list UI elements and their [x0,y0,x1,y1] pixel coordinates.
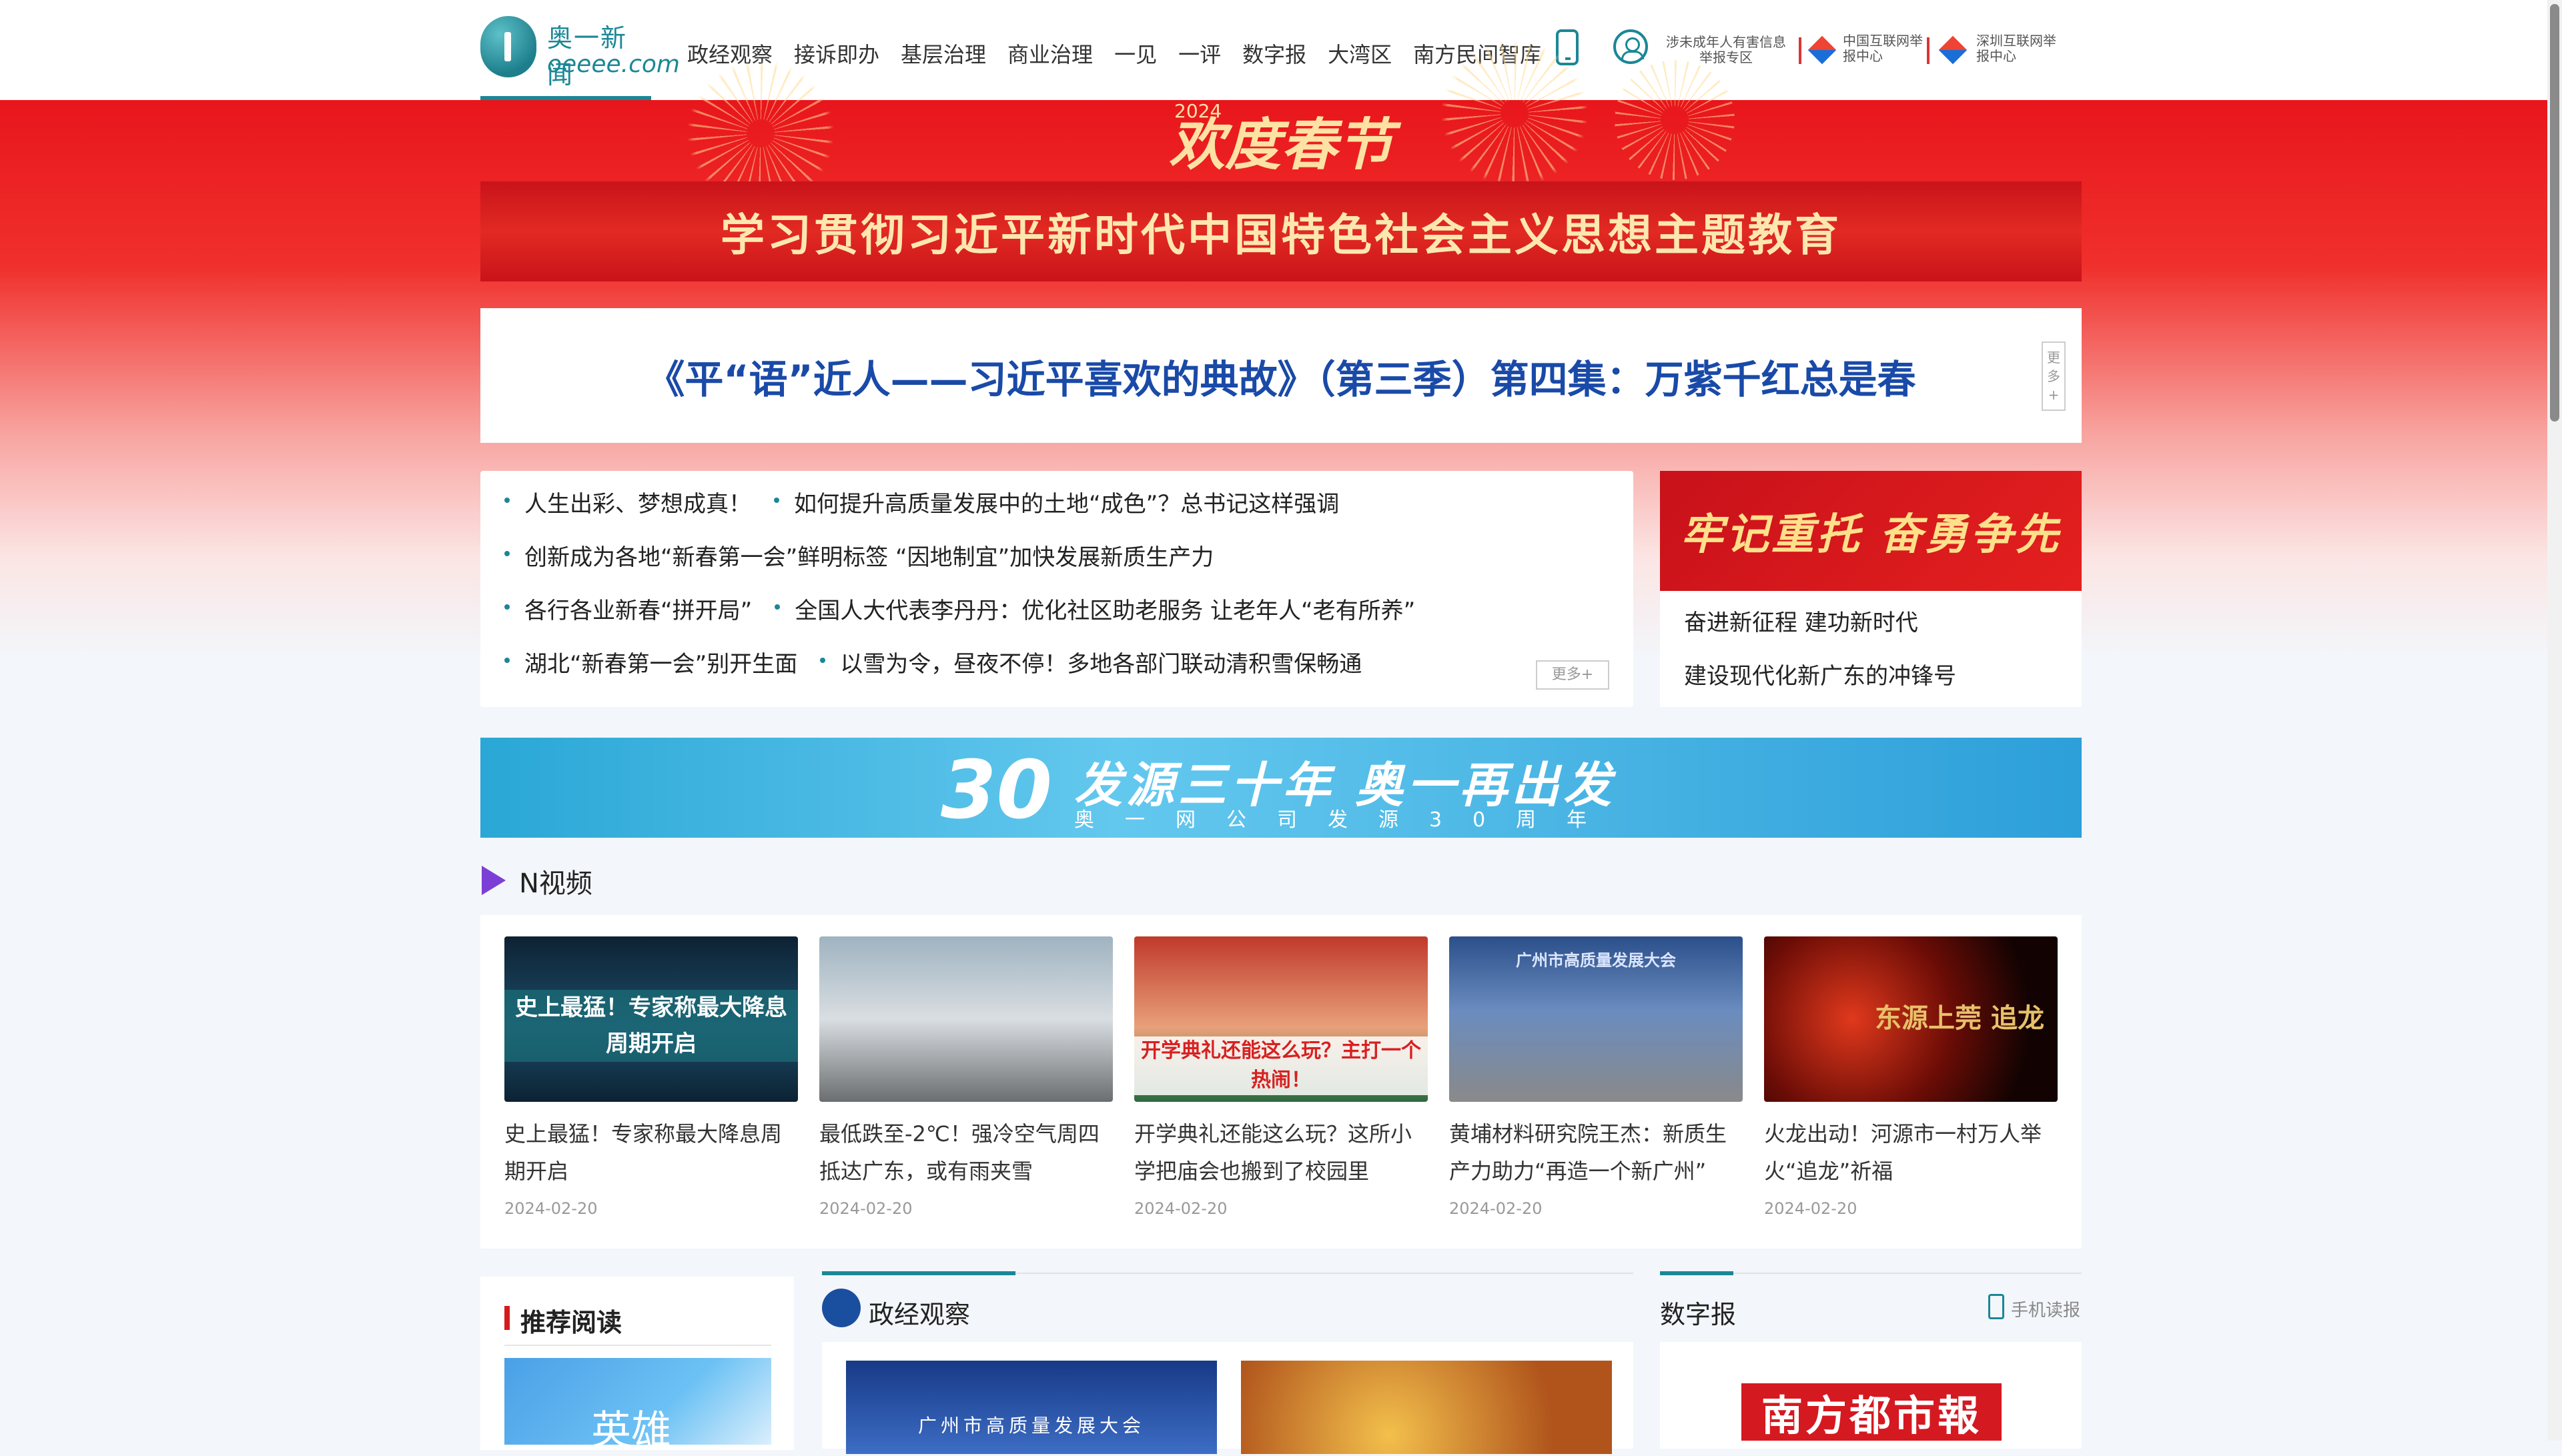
zhengjing-section-icon [822,1289,861,1327]
recommend-image-caption: 英雄 [591,1407,671,1454]
thumbnail-caption: 开学典礼还能这么玩？主打一个热闹！ [1134,1036,1428,1095]
headline-link[interactable]: 《平“语”近人——习近平喜欢的典故》（第三季）第四集：万紫千红总是春 [480,348,2082,404]
zhengjing-image-caption: 广州市高质量发展大会 [917,1415,1145,1437]
cac-report-link[interactable]: 中国互联网举报中心 [1843,33,1923,64]
bullet-icon [504,604,510,610]
anniversary-banner[interactable]: 30 发源三十年 奥一再出发 奥一网公司发源30周年 [480,738,2082,838]
video-card[interactable]: 广州市高质量发展大会 黄埔材料研究院王杰：新质生产力助力“再造一个新广州” 20… [1449,936,1743,1218]
feature-link[interactable]: 建设现代化新广东的冲锋号 [1684,658,1956,690]
feature-banner-text: 牢记重托 奋勇争先 [1680,510,2062,560]
nav-item-yijian[interactable]: 一见 [1114,38,1157,69]
bullet-icon [504,658,510,663]
feature-link[interactable]: 奋进新征程 建功新时代 [1684,604,1918,637]
thumbnail-caption: 东源上莞 追龙 [1875,1003,2044,1034]
recommend-accent-bar [504,1306,510,1330]
video-card[interactable]: 开学典礼还能这么玩？主打一个热闹！ 开学典礼还能这么玩？这所小学把庙会也搬到了校… [1134,936,1428,1218]
video-date: 2024-02-20 [819,1199,913,1218]
zhengjing-image[interactable] [846,1361,1217,1454]
nav-item-jiesu[interactable]: 接诉即办 [794,38,879,69]
nav-item-jiceng[interactable]: 基层治理 [901,38,986,69]
shenzhen-report-link[interactable]: 深圳互联网举报中心 [1976,33,2056,64]
header-divider [1799,37,1801,64]
anniversary-subtitle: 奥一网公司发源30周年 [1074,808,1618,832]
anniversary-number: 30 [941,744,1052,837]
news-row: 创新成为各地“新春第一会”鲜明标签 “因地制宜”加快发展新质生产力 [504,539,1214,572]
bullet-icon [775,604,781,610]
newspaper-name: 南方都市報 [1761,1391,1982,1440]
recommend-image[interactable]: 英雄 [504,1358,771,1454]
news-list: 人生出彩、梦想成真！ 如何提升高质量发展中的土地“成色”？总书记这样强调 创新成… [480,471,1633,707]
bullet-icon [504,498,510,503]
spring-festival-title: 欢度春节 [1168,111,1393,177]
firework-decoration [1615,60,1735,180]
theme-education-banner[interactable]: 学习贯彻习近平新时代中国特色社会主义思想主题教育 [480,181,2082,281]
news-link[interactable]: 如何提升高质量发展中的土地“成色”？总书记这样强调 [794,486,1339,518]
scrollbar-thumb[interactable] [2550,4,2559,422]
newspaper-masthead[interactable]: 南方都市報 [1741,1383,2002,1441]
news-link[interactable]: 人生出彩、梦想成真！ [524,486,751,518]
logo-mark-icon [480,16,536,77]
video-card[interactable]: 东源上莞 追龙 火龙出动！河源市一村万人举火“追龙”祈福 2024-02-20 [1764,936,2058,1218]
video-thumbnail[interactable]: 史上最猛！专家称最大降息周期开启 [504,936,798,1102]
news-row: 人生出彩、梦想成真！ 如何提升高质量发展中的土地“成色”？总书记这样强调 [504,486,1339,518]
bullet-icon [774,498,779,503]
theme-education-text: 学习贯彻习近平新时代中国特色社会主义思想主题教育 [721,209,1841,261]
nvideo-play-icon [482,866,506,895]
bullet-icon [504,551,510,556]
firework-decoration [1441,40,1588,187]
video-date: 2024-02-20 [1764,1199,1857,1218]
video-thumbnail[interactable]: 广州市高质量发展大会 [1449,936,1743,1102]
video-date: 2024-02-20 [1449,1199,1543,1218]
news-row: 湖北“新春第一会”别开生面 以雪为令，昼夜不停！多地各部门联动清积雪保畅通 [504,646,1362,678]
mobile-read-link[interactable]: 手机读报 [2011,1297,2080,1321]
site-logo[interactable]: 奥一新闻 oeeee.com [480,16,680,100]
recommend-divider [504,1345,771,1346]
recommend-title: 推荐阅读 [520,1308,622,1337]
video-title[interactable]: 最低跌至-2℃！强冷空气周四抵达广东，或有雨夹雪 [819,1115,1113,1190]
nvideo-section-title[interactable]: N视频 [519,862,592,900]
video-thumbnail[interactable] [819,936,1113,1102]
video-card[interactable]: 史上最猛！专家称最大降息周期开启 史上最猛！专家称最大降息周期开启 2024-0… [504,936,798,1218]
nav-item-dawanqu[interactable]: 大湾区 [1328,38,1392,69]
video-title[interactable]: 史上最猛！专家称最大降息周期开启 [504,1115,798,1190]
video-title[interactable]: 开学典礼还能这么玩？这所小学把庙会也搬到了校园里 [1134,1115,1428,1190]
video-date: 2024-02-20 [1134,1199,1228,1218]
zhengjing-image[interactable] [1241,1361,1612,1454]
news-link[interactable]: 湖北“新春第一会”别开生面 [524,646,797,678]
main-nav: 政经观察 接诉即办 基层治理 商业治理 一见 一评 数字报 大湾区 南方民间智库 [687,33,1563,73]
video-title[interactable]: 黄埔材料研究院王杰：新质生产力助力“再造一个新广州” [1449,1115,1743,1190]
nav-item-shangye[interactable]: 商业治理 [1007,38,1093,69]
zhengjing-tab-indicator [822,1271,1015,1275]
digital-paper-title[interactable]: 数字报 [1660,1294,1736,1331]
nav-item-shuzibao[interactable]: 数字报 [1242,38,1306,69]
video-thumbnail[interactable]: 东源上莞 追龙 [1764,936,2058,1102]
digital-paper-tab-indicator [1660,1271,1733,1275]
thumbnail-caption: 广州市高质量发展大会 [1516,951,1676,970]
news-more-button[interactable]: 更多+ [1536,660,1609,690]
news-link[interactable]: 创新成为各地“新春第一会”鲜明标签 “因地制宜”加快发展新质生产力 [524,539,1214,572]
zhengjing-section-title[interactable]: 政经观察 [869,1294,970,1331]
nav-item-yiping[interactable]: 一评 [1178,38,1221,69]
mobile-read-icon[interactable] [1988,1294,2004,1319]
thumbnail-caption: 史上最猛！专家称最大降息周期开启 [504,990,798,1062]
news-link[interactable]: 全国人大代表李丹丹：优化社区助老服务 让老年人“老有所养” [795,592,1415,625]
video-title[interactable]: 火龙出动！河源市一村万人举火“追龙”祈福 [1764,1115,2058,1190]
news-link[interactable]: 以雪为令，昼夜不停！多地各部门联动清积雪保畅通 [840,646,1362,678]
headline-more-button[interactable]: 更多+ [2042,341,2066,411]
video-date: 2024-02-20 [504,1199,598,1218]
header-divider [1927,37,1930,64]
user-account-icon[interactable] [1613,29,1648,64]
news-row: 各行各业新春“拼开局” 全国人大代表李丹丹：优化社区助老服务 让老年人“老有所养… [504,592,1415,625]
bullet-icon [820,658,826,663]
video-thumbnail[interactable]: 开学典礼还能这么玩？主打一个热闹！ [1134,936,1428,1102]
logo-domain-text: oeeee.com [547,51,680,78]
feature-banner[interactable]: 牢记重托 奋勇争先 [1660,471,2082,591]
news-link[interactable]: 各行各业新春“拼开局” [524,592,752,625]
video-card[interactable]: 最低跌至-2℃！强冷空气周四抵达广东，或有雨夹雪 2024-02-20 [819,936,1113,1218]
headline-card: 《平“语”近人——习近平喜欢的典故》（第三季）第四集：万紫千红总是春 [480,308,2082,443]
